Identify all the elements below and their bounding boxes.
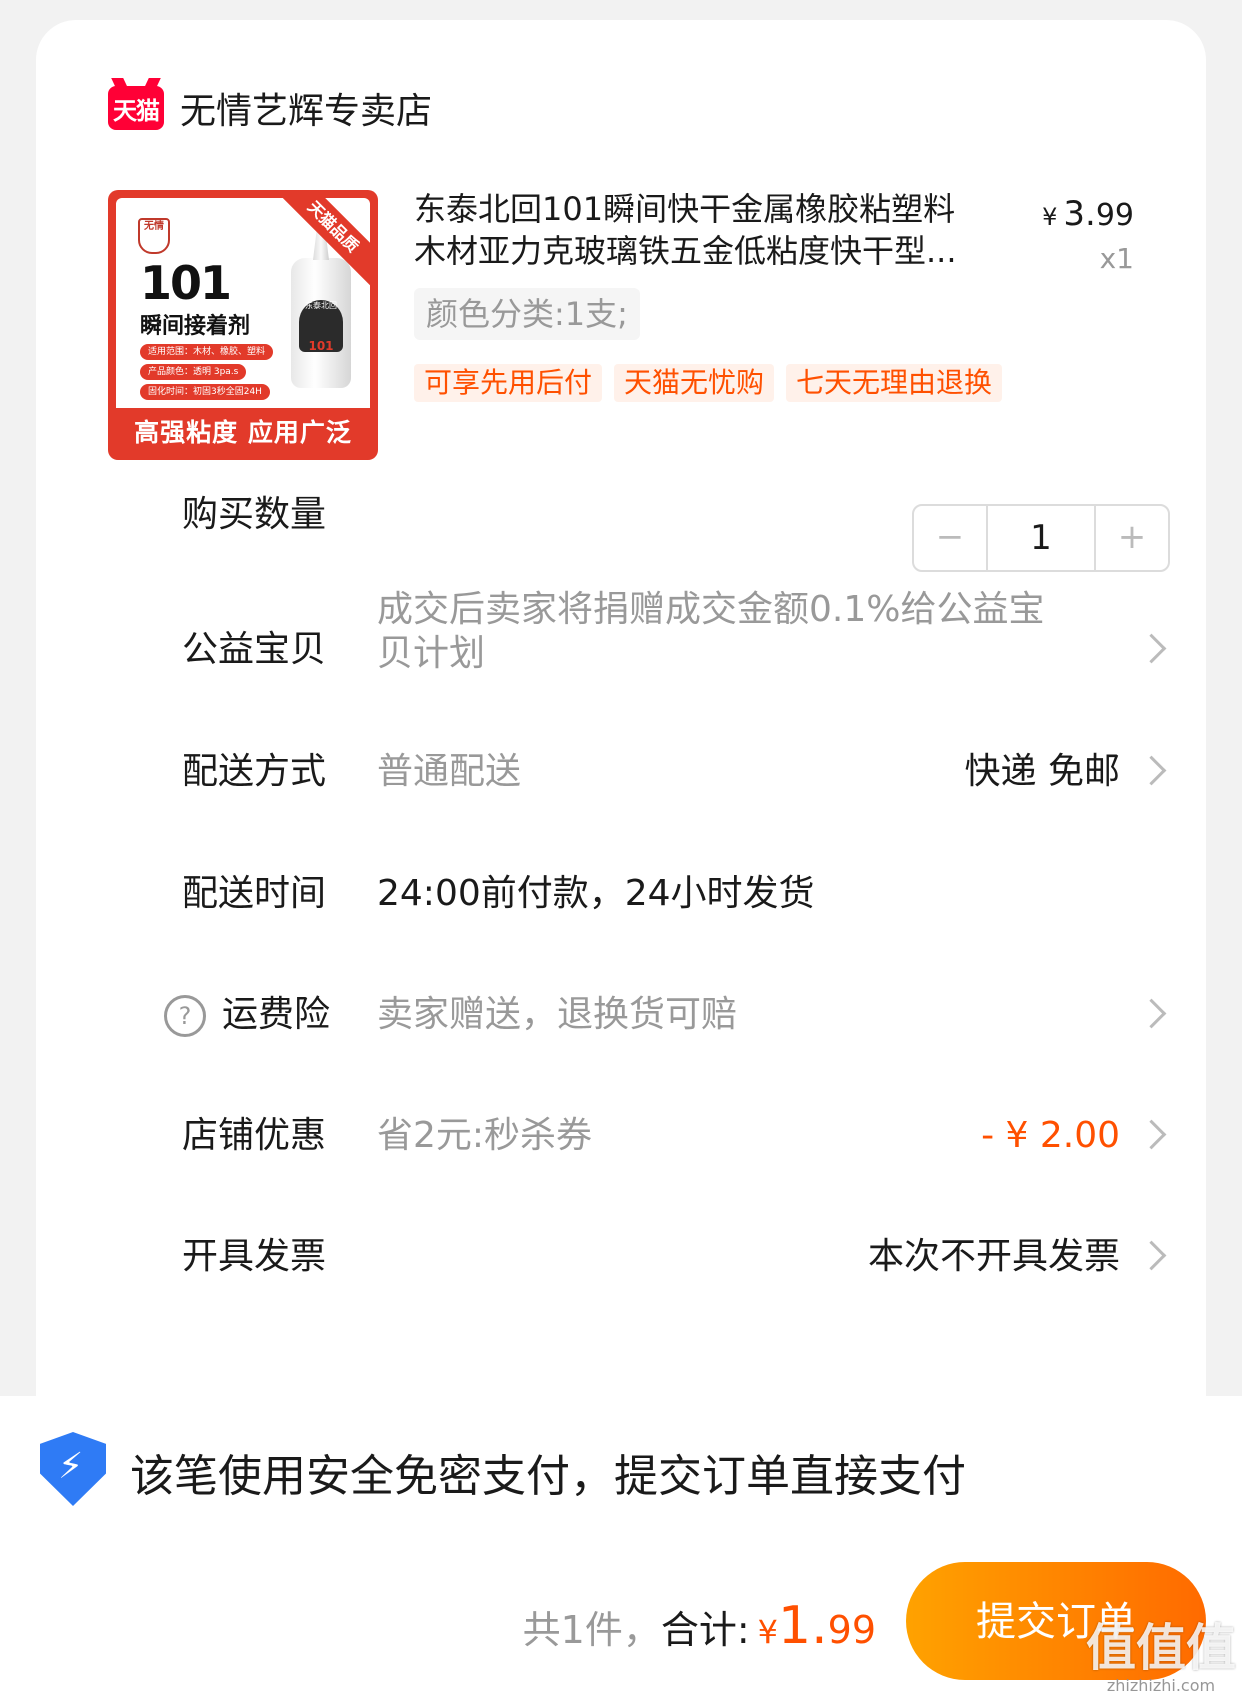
total-int: 1.: [778, 1596, 828, 1656]
unit-price: ¥3.99: [1042, 194, 1134, 234]
delivery-method-label: 配送方式: [182, 751, 327, 792]
store-header[interactable]: 天猫 无情艺辉专卖店: [108, 80, 432, 136]
price-int: 3.: [1063, 194, 1096, 234]
invoice-label: 开具发票: [182, 1236, 327, 1277]
delivery-time-row: 配送时间 24:00前付款，24小时发货: [36, 854, 1206, 934]
bottle-brand: 东泰北回: [305, 301, 337, 310]
product-title[interactable]: 东泰北回101瞬间快干金属橡胶粘塑料 木材亚力克玻璃铁五金低粘度快干型...: [414, 188, 1044, 272]
service-tags: 可享先用后付 天猫无忧购 七天无理由退换: [414, 364, 1003, 402]
discount-value: 省2元:秒杀券: [377, 1115, 593, 1156]
price-decimal: 99: [1095, 198, 1134, 233]
chevron-right-icon: [1136, 1240, 1167, 1271]
delivery-time-label: 配送时间: [182, 873, 327, 914]
glue-bottle-icon: 东泰北回 101: [291, 258, 351, 388]
store-name[interactable]: 无情艺辉专卖店: [180, 82, 432, 134]
thumbnail-title: 瞬间接着剂: [140, 314, 251, 339]
service-tag: 天猫无忧购: [614, 364, 775, 402]
delivery-method-row[interactable]: 配送方式 普通配送 快递 免邮: [36, 732, 1206, 812]
total-currency: ¥: [757, 1613, 779, 1651]
insurance-label: 运费险: [222, 994, 331, 1035]
product-title-line: 木材亚力克玻璃铁五金低粘度快干型...: [414, 232, 957, 270]
chevron-right-icon: [1136, 633, 1167, 664]
invoice-row[interactable]: 开具发票 本次不开具发票: [36, 1217, 1206, 1297]
total-decimal: 99: [827, 1608, 876, 1652]
watermark-url: zhizhizhi.com: [1106, 1676, 1216, 1695]
thumbnail-line: 适用范围：木材、橡胶、塑料: [140, 344, 274, 360]
bottle-number: 101: [308, 339, 334, 353]
decrement-button[interactable]: −: [914, 506, 986, 570]
invoice-value: 本次不开具发票: [867, 1236, 1120, 1277]
chevron-right-icon: [1136, 1119, 1167, 1150]
thumbnail-slogan: 高强粘度 应用广泛: [134, 418, 352, 447]
item-count: 共1件，: [522, 1608, 661, 1652]
product-thumbnail[interactable]: 无情 101 瞬间接着剂 适用范围：木材、橡胶、塑料 产品颜色：透明 3pa.s…: [108, 190, 378, 460]
total-label: 合计:: [660, 1608, 750, 1652]
shipping-fee: 快递 免邮: [964, 751, 1120, 792]
delivery-time-value: 24:00前付款，24小时发货: [377, 873, 815, 914]
discount-label: 店铺优惠: [182, 1115, 327, 1156]
service-tag: 七天无理由退换: [786, 364, 1003, 402]
welfare-value: 成交后卖家将捐赠成交金额0.1%给公益宝贝计划: [377, 589, 1045, 674]
watermark-logo: 值值值: [1086, 1619, 1236, 1677]
price-currency: ¥: [1042, 203, 1058, 231]
shield-icon: [40, 1432, 106, 1506]
quantity-input[interactable]: 1: [986, 506, 1096, 570]
shipping-insurance-row[interactable]: ? 运费险 卖家赠送，退换货可赔: [36, 975, 1206, 1055]
watermark: 值值值 zhizhizhi.com: [1086, 1620, 1236, 1695]
thumbnail-number: 101: [140, 256, 232, 310]
item-quantity: x1: [1099, 242, 1134, 275]
order-card: 天猫 无情艺辉专卖店 无情 101 瞬间接着剂 适用范围：木材、橡胶、塑料 产品…: [36, 20, 1206, 1440]
service-tag: 可享先用后付: [414, 364, 603, 402]
insurance-value: 卖家赠送，退换货可赔: [377, 994, 738, 1035]
order-total: 共1件，合计: ¥1.99: [523, 1596, 876, 1656]
chevron-right-icon: [1136, 998, 1167, 1029]
delivery-method-value: 普通配送: [377, 751, 522, 792]
store-discount-row[interactable]: 店铺优惠 省2元:秒杀券 - ¥ 2.00: [36, 1096, 1206, 1176]
brand-badge-icon: 无情: [138, 218, 170, 254]
welfare-label: 公益宝贝: [182, 629, 327, 670]
help-icon[interactable]: ?: [164, 995, 206, 1037]
secure-payment-notice: 该笔使用安全免密支付，提交订单直接支付: [130, 1451, 966, 1502]
quantity-stepper[interactable]: − 1 +: [912, 504, 1170, 572]
tmall-logo-text: 天猫: [113, 96, 160, 125]
product-title-line: 东泰北回101瞬间快干金属橡胶粘塑料: [414, 190, 956, 228]
discount-amount: - ¥ 2.00: [981, 1115, 1120, 1156]
variant-selector[interactable]: 颜色分类:1支;: [414, 288, 640, 340]
checkout-bar: 该笔使用安全免密支付，提交订单直接支付 共1件，合计:¥1.99 提交订单 值值…: [0, 1396, 1242, 1703]
increment-button[interactable]: +: [1096, 506, 1168, 570]
thumbnail-line: 固化时间：初固3秒全固24H: [140, 384, 270, 400]
quantity-label: 购买数量: [182, 494, 327, 535]
bottle-label: 东泰北回 101: [299, 300, 343, 353]
chevron-right-icon: [1136, 755, 1167, 786]
tmall-logo-icon: 天猫: [108, 86, 164, 130]
thumbnail-line: 产品颜色：透明 3pa.s: [140, 364, 247, 380]
